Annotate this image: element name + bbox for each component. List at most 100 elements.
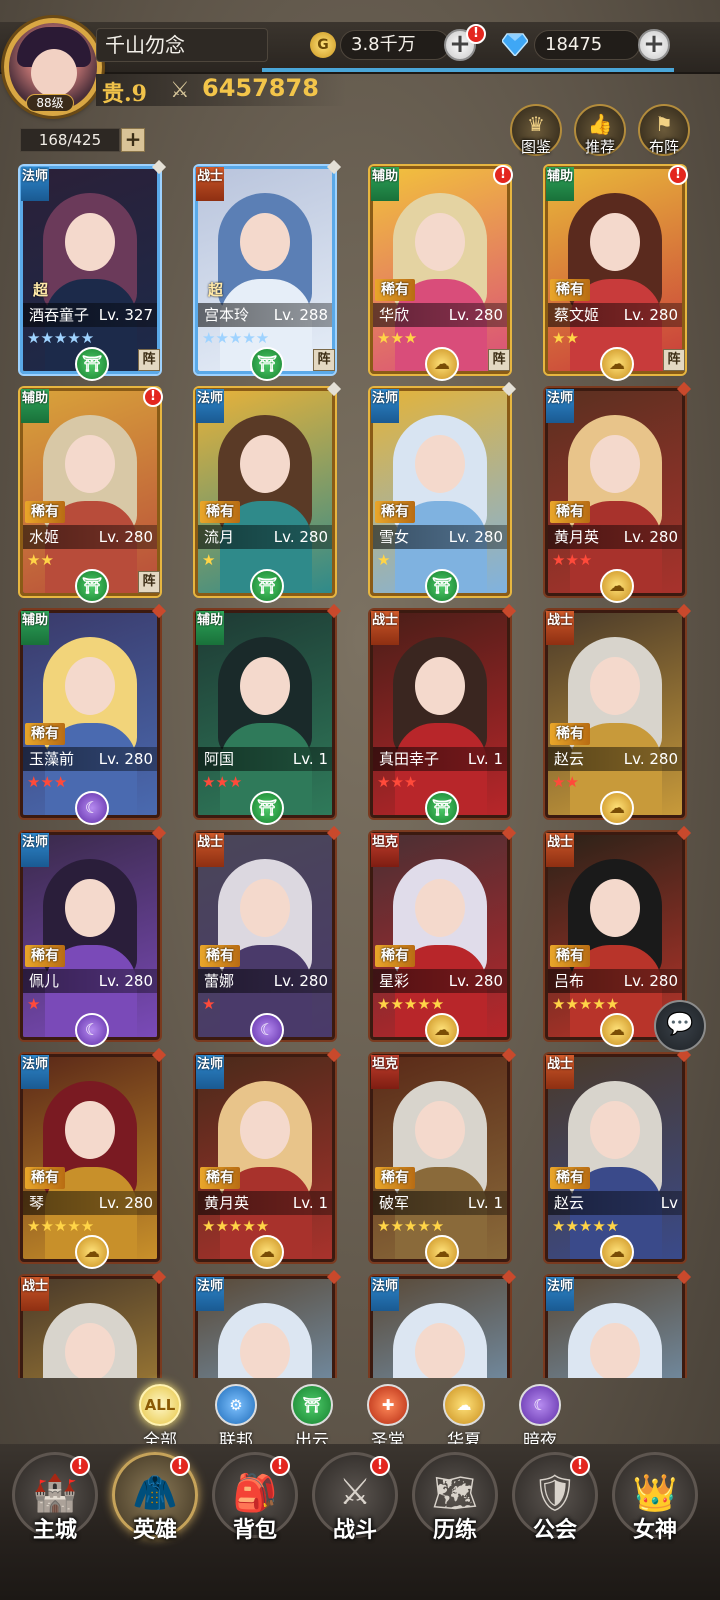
hero-face bbox=[590, 435, 640, 493]
filter-chuyun[interactable]: ⛩ 出云 bbox=[276, 1384, 348, 1451]
hero-name-line: 蔡文姬 Lv. 280 bbox=[548, 303, 682, 327]
hero-stars: ★★★★★ bbox=[202, 329, 270, 347]
hero-rarity-badge: 稀有 bbox=[550, 501, 590, 523]
nav-goddess[interactable]: 👑 女神 bbox=[610, 1452, 700, 1592]
hero-name: 酒吞童子 bbox=[29, 306, 90, 324]
hero-level: Lv. 280 bbox=[273, 972, 328, 990]
filter-anye[interactable]: ☾ 暗夜 bbox=[504, 1384, 576, 1451]
hero-card[interactable]: 法师超酒吞童子 Lv. 327 ★★★★★ ⛩ 阵 bbox=[20, 160, 167, 381]
hero-name-line: 星彩 Lv. 280 bbox=[373, 969, 507, 993]
hero-name-line: 阿国 Lv. 1 bbox=[198, 747, 332, 771]
formation-button[interactable]: ⚑ 布阵 bbox=[638, 104, 690, 156]
hero-face bbox=[590, 879, 640, 937]
hero-card[interactable]: 法师 稀有琴 Lv. 280 ★★★★★ ☁ bbox=[20, 1047, 167, 1269]
noble-rank[interactable]: 贵.9 bbox=[102, 76, 147, 108]
add-diamond-button[interactable]: + bbox=[638, 29, 670, 61]
hero-name-line: 宫本玲 Lv. 288 bbox=[198, 303, 332, 327]
hero-card[interactable]: 战士 稀有 蕾娜 Lv. 280 ★ ☾ bbox=[195, 825, 342, 1047]
hero-level: Lv. 280 bbox=[98, 528, 153, 546]
in-formation-badge: 阵 bbox=[663, 349, 685, 371]
hero-name: 阿国 bbox=[204, 750, 235, 768]
hero-face bbox=[590, 1101, 640, 1159]
hero-card[interactable]: 法师 稀有 雪女 Lv. 280 ★ ⛩ bbox=[370, 381, 517, 603]
filter-all[interactable]: ALL 全部 bbox=[124, 1384, 196, 1451]
faction-huaxia-icon: ☁ bbox=[600, 1013, 634, 1047]
hero-card[interactable]: 法师 bbox=[370, 1269, 517, 1378]
hero-card[interactable]: 法师 稀有 佩儿 Lv. 280 ★ ☾ bbox=[20, 825, 167, 1047]
hero-role-badge: 法师 bbox=[21, 167, 49, 201]
hero-card[interactable]: 法师 bbox=[545, 1269, 692, 1378]
hero-alert-dot: ! bbox=[668, 165, 688, 185]
codex-button[interactable]: ♛ 图鉴 bbox=[510, 104, 562, 156]
hero-face bbox=[65, 435, 115, 493]
nav-castle[interactable]: 🏰 主城! bbox=[10, 1452, 100, 1592]
hero-role-badge: 法师 bbox=[371, 1277, 399, 1311]
hero-card[interactable]: 法师 稀有 黄月英 Lv. 1 ★★★★★ ☁ bbox=[195, 1047, 342, 1269]
nav-label: 主城 bbox=[32, 1518, 77, 1543]
map-icon: 🗺 bbox=[432, 1473, 478, 1514]
hero-card[interactable]: 辅助 稀有 华欣 Lv. 280 ★★★ ☁ 阵! bbox=[370, 165, 513, 381]
faction-chuyun-icon: ⛩ bbox=[425, 791, 459, 825]
hero-stars: ★★★★★ bbox=[377, 995, 445, 1013]
nav-crossed-swords[interactable]: ⚔ 战斗! bbox=[310, 1452, 400, 1592]
hero-card[interactable]: 法师 bbox=[195, 1269, 342, 1378]
hero-level: Lv. 280 bbox=[98, 972, 153, 990]
filter-lianbang[interactable]: ⚙ 联邦 bbox=[200, 1384, 272, 1451]
hero-card[interactable]: 战士 稀有 赵云 Lv. 280 ★★ ☁ bbox=[545, 603, 692, 825]
nav-label: 公会 bbox=[532, 1518, 577, 1543]
nav-guild-shield[interactable]: 🛡 公会! bbox=[510, 1452, 600, 1592]
hero-card[interactable]: 辅助 稀有 水姬 Lv. 280 ★★ ⛩ 阵! bbox=[20, 387, 163, 603]
hero-card[interactable]: 辅助 稀有 蔡文姬 Lv. 280 ★★ ☁ 阵! bbox=[545, 165, 688, 381]
hero-rarity-badge: 稀有 bbox=[200, 945, 240, 967]
hero-rarity-badge: 稀有 bbox=[25, 1167, 65, 1189]
hero-alert-dot: ! bbox=[493, 165, 513, 185]
hero-card[interactable]: 辅助 阿国 Lv. 1 ★★★ ⛩ bbox=[195, 603, 342, 825]
player-name[interactable]: 千山勿念 bbox=[96, 28, 268, 62]
hero-card[interactable]: 战士超宫本玲 Lv. 288 ★★★★★ ⛩ 阵 bbox=[195, 160, 342, 381]
expand-roster-button[interactable]: + bbox=[121, 128, 145, 152]
diamond-icon bbox=[502, 33, 528, 56]
hero-card[interactable]: 坦克 稀有 破军 Lv. 1 ★★★★★ ☁ bbox=[370, 1047, 517, 1269]
hero-name-line: 赵云 Lv bbox=[548, 1191, 682, 1215]
hero-name-line: 佩儿 Lv. 280 bbox=[23, 969, 157, 993]
hero-face bbox=[65, 213, 115, 271]
hero-level: Lv. 280 bbox=[623, 306, 678, 324]
hero-card[interactable]: 法师 稀有 流月 Lv. 280 ★ ⛩ bbox=[195, 381, 342, 603]
hero-role-badge: 法师 bbox=[371, 389, 399, 423]
hero-card[interactable]: 坦克 稀有 星彩 Lv. 280 ★★★★★ ☁ bbox=[370, 825, 517, 1047]
nav-hood[interactable]: 🧥 英雄! bbox=[110, 1452, 200, 1592]
hood-icon: 🧥 bbox=[132, 1473, 178, 1514]
hero-face bbox=[240, 657, 290, 715]
hero-level: Lv. 280 bbox=[98, 750, 153, 768]
in-formation-badge: 阵 bbox=[138, 571, 160, 593]
hero-stars: ★★★★★ bbox=[377, 1217, 445, 1235]
hero-rarity-badge: 稀有 bbox=[375, 279, 415, 301]
filter-huaxia[interactable]: ☁ 华夏 bbox=[428, 1384, 500, 1451]
hero-card[interactable]: 战士 bbox=[20, 1269, 167, 1378]
hero-card[interactable]: 战士 真田幸子 Lv. 1 ★★★ ⛩ bbox=[370, 603, 517, 825]
chat-bubble-button[interactable]: 💬 bbox=[654, 1000, 706, 1052]
faction-chuyun-icon: ⛩ bbox=[250, 791, 284, 825]
hero-card[interactable]: 战士 稀有 赵云 Lv ★★★★★ ☁ bbox=[545, 1047, 692, 1269]
faction-huaxia-icon: ☁ bbox=[425, 1013, 459, 1047]
nav-map[interactable]: 🗺 历练 bbox=[410, 1452, 500, 1592]
filter-shengtang[interactable]: ✚ 圣堂 bbox=[352, 1384, 424, 1451]
hero-role-badge: 战士 bbox=[546, 833, 574, 867]
hero-role-badge: 辅助 bbox=[196, 611, 224, 645]
hero-level: Lv. 280 bbox=[623, 972, 678, 990]
hero-rarity-badge: 稀有 bbox=[550, 1167, 590, 1189]
hero-card[interactable]: 辅助 稀有 玉藻前 Lv. 280 ★★★ ☾ bbox=[20, 603, 167, 825]
hero-face bbox=[240, 1101, 290, 1159]
all-icon: ALL bbox=[139, 1384, 181, 1426]
hero-name-line: 真田幸子 Lv. 1 bbox=[373, 747, 507, 771]
recommend-button[interactable]: 👍 推荐 bbox=[574, 104, 626, 156]
hero-stars: ★★★★★ bbox=[27, 329, 95, 347]
hero-name-line: 雪女 Lv. 280 bbox=[373, 525, 507, 549]
nav-backpack[interactable]: 🎒 背包! bbox=[210, 1452, 300, 1592]
hero-card[interactable]: 法师 稀有 黄月英 Lv. 280 ★★★ ☁ bbox=[545, 381, 692, 603]
hero-level: Lv. 280 bbox=[448, 528, 503, 546]
hero-name: 蕾娜 bbox=[204, 972, 235, 990]
hero-level: Lv. 1 bbox=[292, 1194, 328, 1212]
hero-level: Lv. 280 bbox=[448, 972, 503, 990]
hero-name: 黄月英 bbox=[204, 1194, 250, 1212]
